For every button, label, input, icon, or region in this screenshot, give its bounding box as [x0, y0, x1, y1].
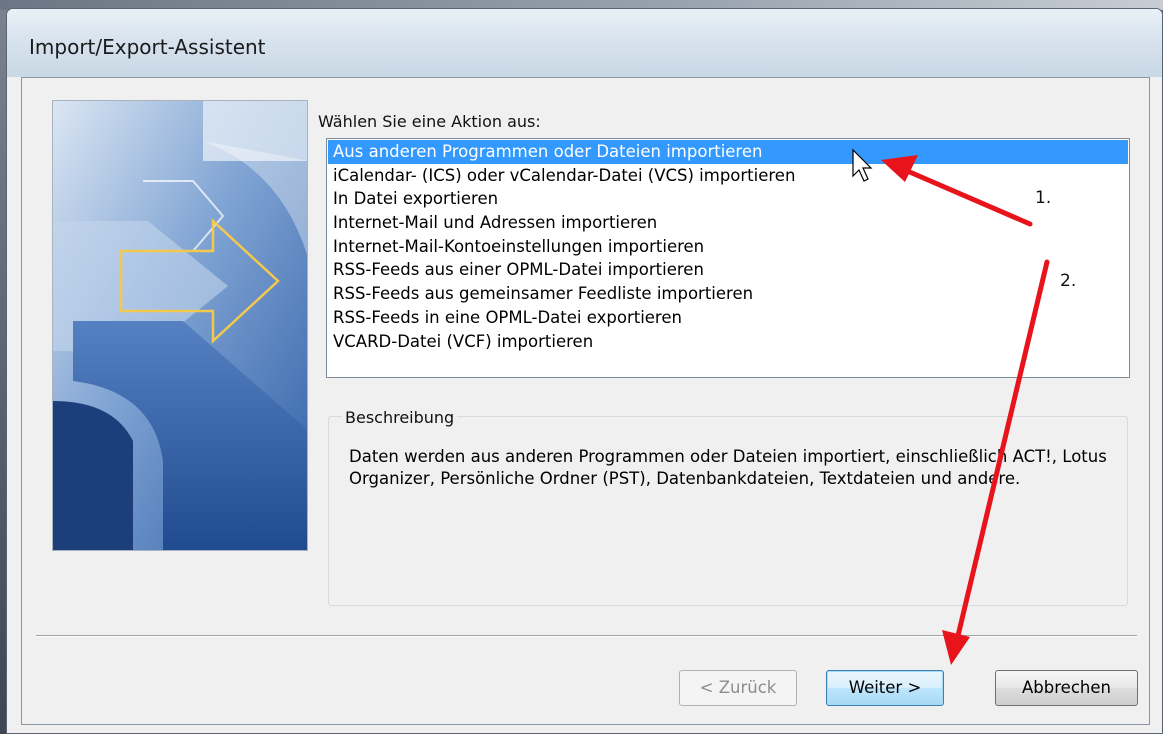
- list-item-action[interactable]: iCalendar- (ICS) oder vCalendar-Datei (V…: [328, 164, 1128, 188]
- list-item-action[interactable]: RSS-Feeds aus einer OPML-Datei importier…: [328, 258, 1128, 282]
- list-item-action[interactable]: RSS-Feeds in eine OPML-Datei exportieren: [328, 306, 1128, 330]
- dialog-client-area: Wählen Sie eine Aktion aus: Aus anderen …: [21, 77, 1150, 725]
- list-item-action[interactable]: In Datei exportieren: [328, 187, 1128, 211]
- list-item-action[interactable]: Internet-Mail und Adressen importieren: [328, 211, 1128, 235]
- description-groupbox: [328, 416, 1128, 606]
- import-export-dialog: Import/Export-Assistent Wählen Sie eine …: [6, 8, 1163, 734]
- list-item-action[interactable]: Aus anderen Programmen oder Dateien impo…: [328, 140, 1128, 164]
- annotation-label-1: 1.: [1035, 188, 1052, 208]
- description-text: Daten werden aus anderen Programmen oder…: [349, 447, 1107, 488]
- cancel-button[interactable]: Abbrechen: [995, 670, 1138, 706]
- annotation-label-2: 2.: [1060, 271, 1077, 291]
- description-title: Beschreibung: [342, 408, 458, 427]
- button-separator: [36, 635, 1137, 637]
- window-title: Import/Export-Assistent: [29, 35, 266, 59]
- title-bar[interactable]: Import/Export-Assistent: [7, 9, 1162, 77]
- next-button[interactable]: Weiter >: [826, 670, 944, 706]
- list-item-action[interactable]: Internet-Mail-Kontoeinstellungen importi…: [328, 235, 1128, 259]
- action-listbox[interactable]: Aus anderen Programmen oder Dateien impo…: [326, 138, 1130, 378]
- wizard-arrow-graphic: [52, 100, 308, 551]
- back-button[interactable]: < Zurück: [679, 670, 797, 706]
- list-item-action[interactable]: VCARD-Datei (VCF) importieren: [328, 330, 1128, 354]
- list-item-action[interactable]: RSS-Feeds aus gemeinsamer Feedliste impo…: [328, 282, 1128, 306]
- choose-action-label: Wählen Sie eine Aktion aus:: [318, 112, 541, 131]
